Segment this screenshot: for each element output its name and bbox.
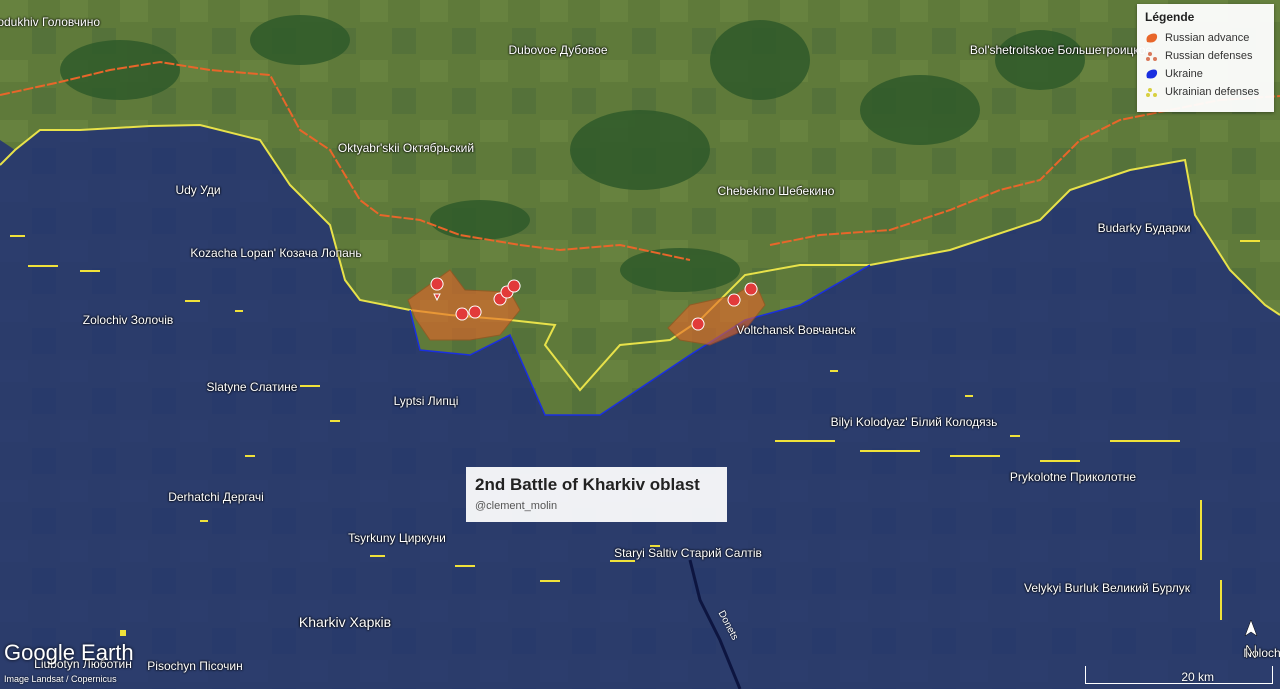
blue-blob-icon: [1146, 69, 1158, 79]
map-view[interactable]: Bogodukhiv Головчино Dubovoe Дубовое Bol…: [0, 0, 1280, 689]
red-dots-icon: [1146, 52, 1157, 61]
place-label: Kozacha Lopan' Козача Лопань: [190, 246, 362, 260]
place-label: Lyptsi Липці: [393, 394, 459, 408]
place-label: Oktyabr'skii Октябрьский: [337, 141, 475, 155]
map-author: @clement_molin: [475, 500, 558, 512]
google-earth-logo: Google Earth: [4, 640, 134, 665]
place-label: Kharkiv Харків: [298, 614, 392, 630]
place-label: Pisochyn Пісочин: [147, 659, 243, 673]
map-title: 2nd Battle of Kharkiv oblast: [475, 475, 700, 494]
place-label: Bol'shetroitskoe Большетроицкое: [969, 43, 1153, 57]
north-arrow-icon[interactable]: N: [1241, 618, 1261, 662]
orange-blob-icon: [1146, 33, 1158, 43]
place-label: Budarky Бударки: [1097, 221, 1191, 235]
yellow-dots-icon: [1146, 88, 1157, 97]
legend-item-russian-defenses: Russian defenses: [1145, 47, 1266, 65]
legend-item-ukrainian-defenses: Ukrainian defenses: [1145, 83, 1266, 101]
place-label: Velykyi Burluk Великий Бурлук: [1024, 581, 1190, 595]
place-label: Dubovoe Дубовое: [508, 43, 608, 57]
legend-title: Légende: [1145, 10, 1195, 24]
map-title-box: 2nd Battle of Kharkiv oblast @clement_mo…: [466, 467, 727, 522]
legend-item-ukraine: Ukraine: [1145, 65, 1266, 83]
place-label: Slatyne Слатине: [206, 380, 298, 394]
place-label: Bogodukhiv Головчино: [0, 15, 101, 29]
place-label: Chebekino Шебекино: [717, 184, 835, 198]
map-legend: Légende Russian advance Russian defenses…: [1137, 4, 1274, 112]
legend-item-russian-advance: Russian advance: [1145, 29, 1266, 47]
place-label: Voltchansk Вовчанськ: [736, 323, 856, 337]
place-label: Udy Уди: [175, 183, 221, 197]
scale-bar: 20 km: [1085, 666, 1273, 684]
image-credit: Image Landsat / Copernicus: [4, 674, 117, 684]
place-label: Tsyrkuny Циркуни: [348, 531, 446, 545]
place-label: Derhatchi Дергачі: [168, 490, 264, 504]
place-label: Bilyi Kolodyaz' Білий Колодязь: [830, 415, 998, 429]
place-label: Staryi Saltiv Старий Салтів: [614, 546, 762, 560]
place-label: Prykolotne Приколотне: [1009, 470, 1137, 484]
svg-text:N: N: [1245, 642, 1258, 662]
place-label: Zolochiv Золочів: [82, 313, 174, 327]
